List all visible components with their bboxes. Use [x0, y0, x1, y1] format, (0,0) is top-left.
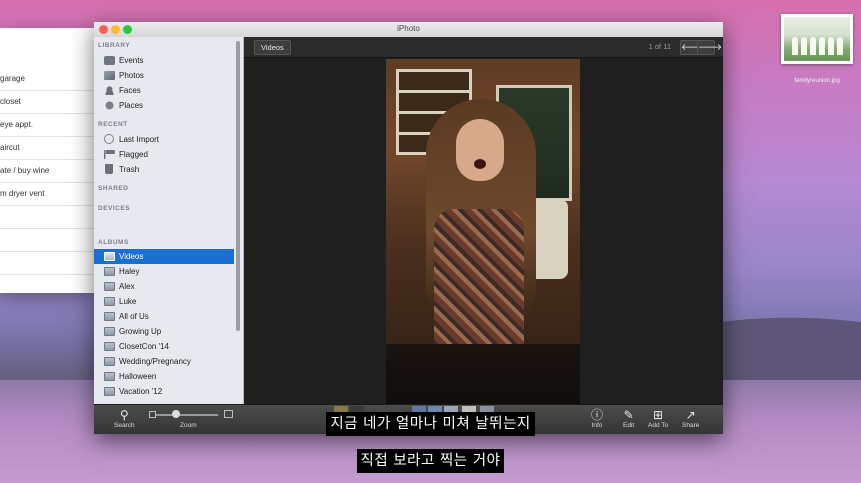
title-bar[interactable]: iPhoto — [94, 22, 723, 38]
album-icon — [104, 267, 115, 276]
sidebar-item-album-luke[interactable]: Luke — [94, 294, 234, 309]
photo-viewer: Videos 1 of 11 🡐 🡒 — [244, 37, 723, 404]
viewer-topbar: Videos 1 of 11 🡐 🡒 — [244, 37, 723, 58]
album-icon — [104, 327, 115, 336]
places-icon — [104, 101, 115, 110]
album-icon — [104, 387, 115, 396]
sidebar-item-last-import[interactable]: Last Import — [94, 132, 234, 147]
sidebar-item-album-videos[interactable]: Videos — [94, 249, 234, 264]
recent-header: RECENT — [98, 121, 128, 128]
sidebar-item-flagged[interactable]: Flagged — [94, 147, 234, 162]
devices-header: DEVICES — [98, 205, 131, 212]
library-header: LIBRARY — [98, 42, 131, 49]
desktop-file-name[interactable]: familyreunion.jpg — [779, 78, 855, 84]
previous-photo-button[interactable]: 🡐 — [680, 40, 705, 55]
reminder-item[interactable]: ate / buy wine — [0, 160, 94, 183]
album-icon — [104, 297, 115, 306]
reminder-item[interactable]: aircut — [0, 137, 94, 160]
sidebar-item-faces[interactable]: Faces — [94, 83, 234, 98]
reminder-item[interactable]: m dryer vent — [0, 183, 94, 206]
sidebar-item-album-wedding[interactable]: Wedding/Pregnancy — [94, 354, 234, 369]
sidebar-item-album-growing-up[interactable]: Growing Up — [94, 324, 234, 339]
desktop-file[interactable]: familyreunion.jpg — [779, 14, 855, 84]
album-icon — [104, 252, 115, 261]
subtitle-line-1: 지금 네가 얼마나 미쳐 날뛰는지 — [0, 412, 861, 436]
albums-header: ALBUMS — [98, 239, 129, 246]
flag-icon — [104, 150, 115, 159]
sidebar-item-album-closetcon[interactable]: ClosetCon '14 — [94, 339, 234, 354]
sidebar-item-album-haley[interactable]: Haley — [94, 264, 234, 279]
reminder-item-empty[interactable] — [0, 229, 94, 252]
sidebar-scrollbar[interactable] — [236, 41, 240, 331]
sidebar-item-events[interactable]: Events — [94, 53, 234, 68]
back-to-album-button[interactable]: Videos — [254, 40, 291, 55]
photos-icon — [104, 71, 115, 80]
reminder-item[interactable]: closet — [0, 91, 94, 114]
desktop-file-thumbnail[interactable] — [781, 14, 853, 64]
sidebar-item-album-all-of-us[interactable]: All of Us — [94, 309, 234, 324]
shared-header: SHARED — [98, 185, 129, 192]
album-icon — [104, 357, 115, 366]
video-frame[interactable] — [386, 59, 580, 404]
album-icon — [104, 372, 115, 381]
sidebar-item-album-vacation[interactable]: Vacation '12 — [94, 384, 234, 399]
faces-icon — [104, 86, 115, 95]
sidebar-item-trash[interactable]: Trash — [94, 162, 234, 177]
trash-icon — [105, 164, 113, 174]
reminders-title: : — [0, 28, 94, 66]
arrow-right-icon: 🡒 — [698, 42, 723, 52]
album-icon — [104, 312, 115, 321]
reminders-list: garage closet eye appt. aircut ate / buy… — [0, 68, 94, 275]
iphoto-window: iPhoto LIBRARY Events Photos Faces Place… — [94, 22, 723, 434]
reminder-item[interactable]: garage — [0, 68, 94, 91]
reminders-window: : garage closet eye appt. aircut ate / b… — [0, 28, 94, 293]
subtitle-line-2: 직접 보라고 찍는 거야 — [0, 449, 861, 473]
next-photo-button[interactable]: 🡒 — [697, 40, 722, 55]
album-icon — [104, 342, 115, 351]
reminder-item-empty[interactable] — [0, 252, 94, 275]
sidebar-item-album-alex[interactable]: Alex — [94, 279, 234, 294]
sidebar-item-photos[interactable]: Photos — [94, 68, 234, 83]
window-title: iPhoto — [397, 24, 420, 33]
clock-icon — [104, 134, 114, 144]
source-list: LIBRARY Events Photos Faces Places RECEN… — [94, 37, 244, 404]
sidebar-item-places[interactable]: Places — [94, 98, 234, 113]
events-icon — [104, 56, 115, 65]
photo-counter: 1 of 11 — [648, 42, 671, 51]
album-icon — [104, 282, 115, 291]
sidebar-item-album-halloween[interactable]: Halloween — [94, 369, 234, 384]
reminder-item-empty[interactable] — [0, 206, 94, 229]
reminder-item[interactable]: eye appt. — [0, 114, 94, 137]
